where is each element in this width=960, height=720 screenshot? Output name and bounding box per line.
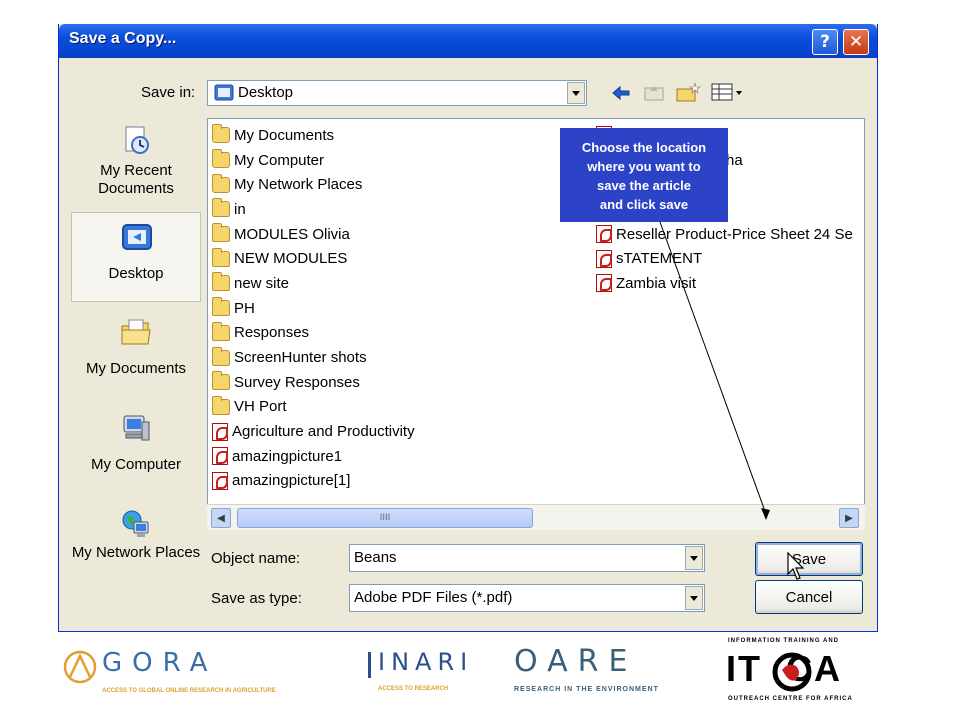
instruction-callout: Choose the location where you want to sa… bbox=[560, 128, 728, 222]
callout-line: where you want to bbox=[587, 159, 701, 174]
agora-logo: GORA ACCESS TO GLOBAL ONLINE RESEARCH IN… bbox=[62, 648, 302, 698]
oare-wordmark: OARE bbox=[514, 644, 638, 679]
hinari-wordmark: INARI bbox=[378, 648, 474, 676]
agora-wordmark: GORA bbox=[102, 648, 218, 678]
itoca-top-text: INFORMATION TRAINING AND bbox=[728, 638, 839, 644]
agora-tagline: ACCESS TO GLOBAL ONLINE RESEARCH IN AGRI… bbox=[102, 688, 276, 694]
itoca-globe-icon bbox=[772, 652, 812, 692]
partner-logos: GORA ACCESS TO GLOBAL ONLINE RESEARCH IN… bbox=[0, 632, 960, 720]
agora-emblem-icon bbox=[63, 650, 97, 684]
itoca-bottom-text: OUTREACH CENTRE FOR AFRICA bbox=[728, 696, 853, 702]
hinari-bar bbox=[368, 652, 371, 678]
itoca-logo: INFORMATION TRAINING AND IT CA OUTREACH … bbox=[724, 632, 874, 720]
oare-logo: OARE RESEARCH IN THE ENVIRONMENT bbox=[514, 644, 694, 694]
callout-line: save the article bbox=[597, 178, 691, 193]
callout-line: Choose the location bbox=[581, 140, 707, 155]
callout-line: and click save bbox=[599, 197, 689, 212]
mouse-pointer-icon bbox=[787, 552, 805, 580]
hinari-tagline: ACCESS TO RESEARCH bbox=[378, 686, 449, 692]
hinari-logo: INARI ACCESS TO RESEARCH bbox=[368, 648, 478, 698]
annotation-arrow bbox=[659, 221, 770, 520]
oare-tagline: RESEARCH IN THE ENVIRONMENT bbox=[514, 686, 659, 693]
